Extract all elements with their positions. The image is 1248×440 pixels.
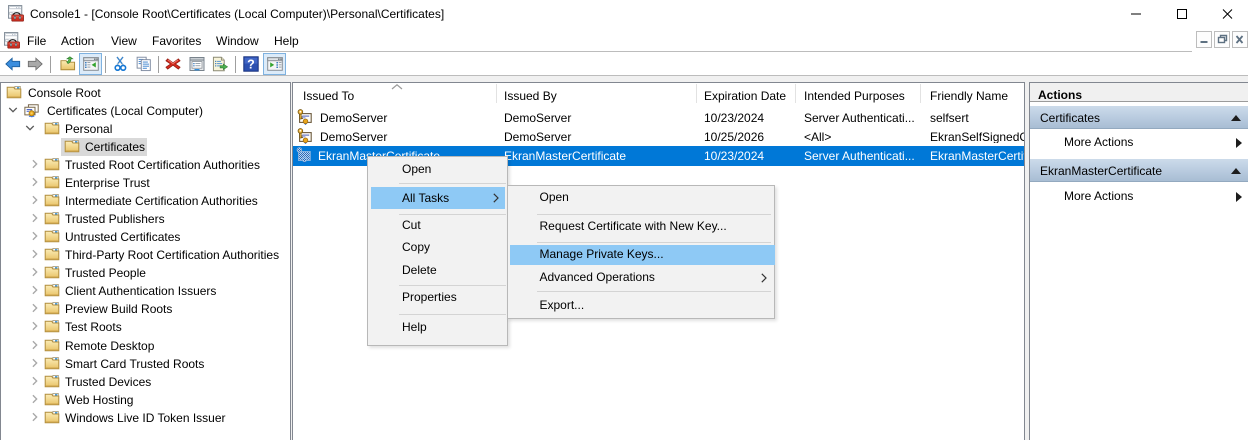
svg-text:?: ? bbox=[247, 58, 255, 72]
